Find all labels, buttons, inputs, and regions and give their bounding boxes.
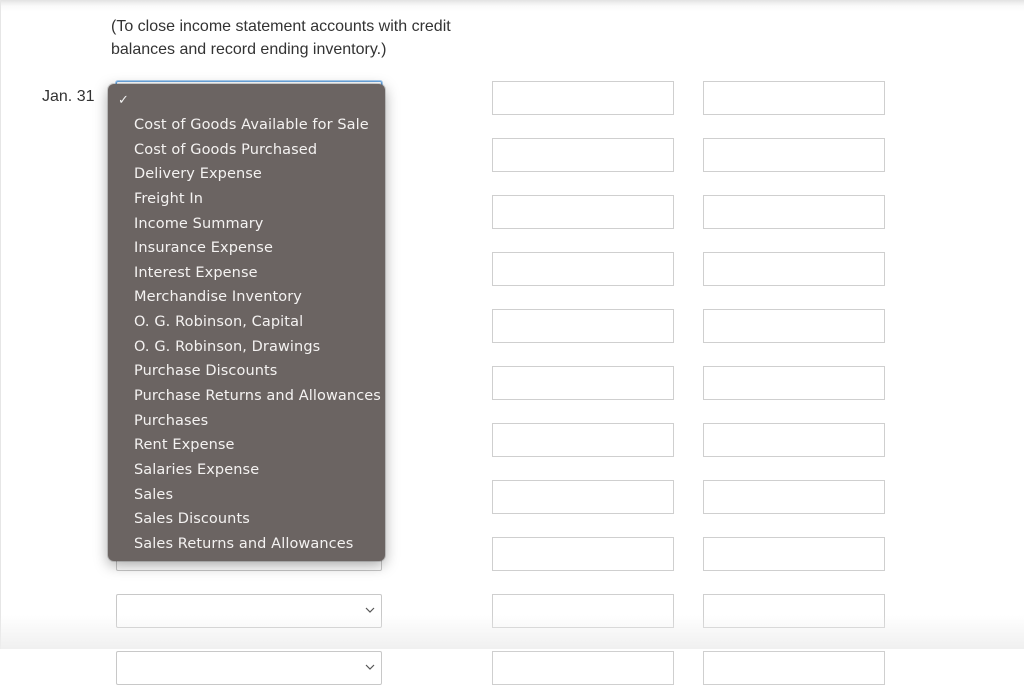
- credit-input[interactable]: [703, 594, 885, 628]
- dropdown-option[interactable]: Sales Returns and Allowances: [134, 532, 385, 557]
- dropdown-option[interactable]: Sales Discounts: [134, 507, 385, 532]
- debit-input[interactable]: [492, 195, 674, 229]
- credit-input[interactable]: [703, 537, 885, 571]
- credit-input[interactable]: [703, 138, 885, 172]
- dropdown-option[interactable]: Sales: [134, 483, 385, 508]
- debit-input[interactable]: [492, 480, 674, 514]
- debit-input[interactable]: [492, 309, 674, 343]
- dropdown-option[interactable]: O. G. Robinson, Drawings: [134, 335, 385, 360]
- account-dropdown-menu[interactable]: ✓ Cost of Goods Available for Sale Cost o…: [108, 84, 385, 561]
- dropdown-option[interactable]: Purchase Discounts: [134, 359, 385, 384]
- dropdown-option[interactable]: Merchandise Inventory: [134, 285, 385, 310]
- account-select[interactable]: [116, 651, 382, 685]
- dropdown-option[interactable]: Rent Expense: [134, 433, 385, 458]
- dropdown-option[interactable]: O. G. Robinson, Capital: [134, 310, 385, 335]
- left-edge-divider: [0, 0, 1, 649]
- dropdown-option[interactable]: Freight In: [134, 187, 385, 212]
- dropdown-option[interactable]: Salaries Expense: [134, 458, 385, 483]
- credit-input[interactable]: [703, 81, 885, 115]
- top-shadow: [0, 0, 1024, 12]
- debit-input[interactable]: [492, 138, 674, 172]
- dropdown-option[interactable]: Interest Expense: [134, 261, 385, 286]
- debit-input[interactable]: [492, 651, 674, 685]
- dropdown-option[interactable]: Purchase Returns and Allowances: [134, 384, 385, 409]
- date-label: Jan. 31: [42, 88, 95, 105]
- debit-input[interactable]: [492, 366, 674, 400]
- debit-input[interactable]: [492, 537, 674, 571]
- dropdown-option[interactable]: Cost of Goods Available for Sale: [134, 113, 385, 138]
- debit-input[interactable]: [492, 252, 674, 286]
- credit-input[interactable]: [703, 366, 885, 400]
- credit-input[interactable]: [703, 423, 885, 457]
- debit-input[interactable]: [492, 81, 674, 115]
- dropdown-option[interactable]: Insurance Expense: [134, 236, 385, 261]
- dropdown-option[interactable]: Income Summary: [134, 212, 385, 237]
- checkmark-icon: ✓: [118, 93, 129, 108]
- credit-input[interactable]: [703, 252, 885, 286]
- instruction-note: (To close income statement accounts with…: [111, 18, 451, 58]
- chevron-down-icon: [365, 605, 375, 615]
- credit-input[interactable]: [703, 651, 885, 685]
- credit-input[interactable]: [703, 195, 885, 229]
- credit-input[interactable]: [703, 480, 885, 514]
- chevron-down-icon: [365, 662, 375, 672]
- dropdown-option[interactable]: Cost of Goods Purchased: [134, 138, 385, 163]
- dropdown-option[interactable]: Delivery Expense: [134, 162, 385, 187]
- debit-input[interactable]: [492, 423, 674, 457]
- credit-input[interactable]: [703, 309, 885, 343]
- account-select[interactable]: [116, 594, 382, 628]
- debit-input[interactable]: [492, 594, 674, 628]
- dropdown-option[interactable]: Purchases: [134, 409, 385, 434]
- dropdown-options: Cost of Goods Available for Sale Cost of …: [134, 113, 385, 557]
